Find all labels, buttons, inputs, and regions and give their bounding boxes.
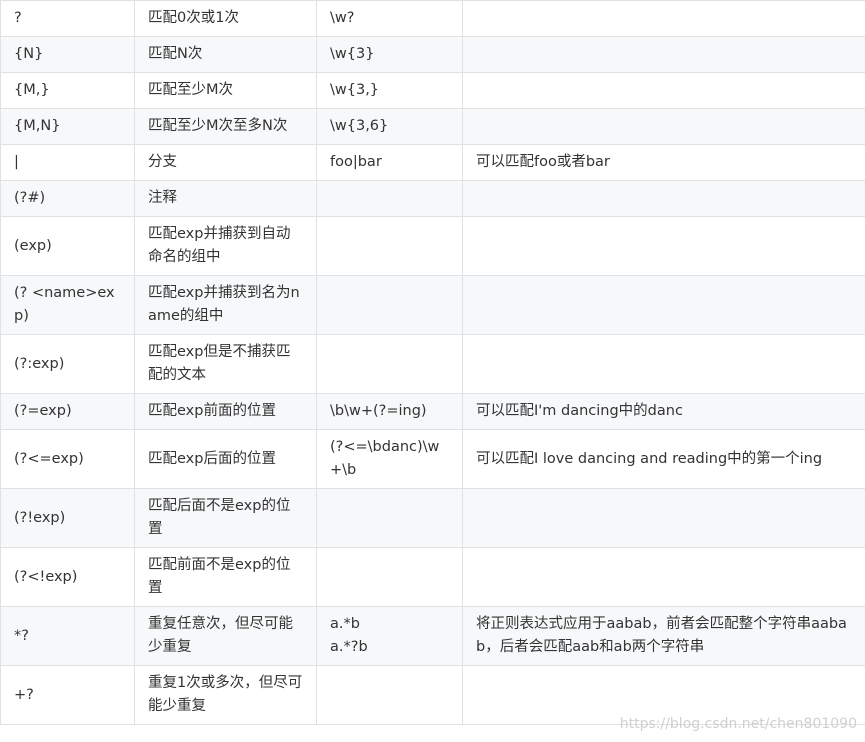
note-cell [462, 180, 865, 217]
example-cell [316, 180, 463, 217]
syntax-cell: (exp) [0, 216, 135, 276]
syntax-cell: {M,N} [0, 108, 135, 145]
syntax-cell: *? [0, 606, 135, 666]
example-cell [316, 216, 463, 276]
note-cell [462, 275, 865, 335]
table-row: | 分支 foo|bar 可以匹配foo或者bar [0, 144, 865, 181]
note-cell: 可以匹配I'm dancing中的danc [462, 393, 865, 430]
note-cell [462, 216, 865, 276]
note-cell: 可以匹配foo或者bar [462, 144, 865, 181]
table-row: {M,} 匹配至少M次 \w{3,} [0, 72, 865, 109]
example-cell [316, 665, 463, 725]
table-row: (?<=exp) 匹配exp后面的位置 (?<=\bdanc)\w+\b 可以匹配I … [0, 429, 865, 489]
example-cell: \w{3} [316, 36, 463, 73]
description-cell: 重复1次或多次，但尽可能少重复 [134, 665, 317, 725]
regex-syntax-table: ? 匹配0次或1次 \w? {N} 匹配N次 \w{3} {M,} 匹配至少M次 \w{3,}{… [0, 0, 865, 725]
table-row: (?#) 注释 [0, 180, 865, 217]
example-cell: foo|bar [316, 144, 463, 181]
table-row: (?:exp) 匹配exp但是不捕获匹配的文本 [0, 334, 865, 394]
table-row: (?=exp) 匹配exp前面的位置 \b\w+(?=ing) 可以匹配I'm dan… [0, 393, 865, 430]
description-cell: 匹配exp前面的位置 [134, 393, 317, 430]
description-cell: 匹配前面不是exp的位置 [134, 547, 317, 607]
note-cell [462, 0, 865, 37]
example-cell: a.*b a.*?b [316, 606, 463, 666]
description-cell: 匹配exp但是不捕获匹配的文本 [134, 334, 317, 394]
description-cell: 匹配N次 [134, 36, 317, 73]
example-cell: \w? [316, 0, 463, 37]
table-row: ? 匹配0次或1次 \w? [0, 0, 865, 37]
note-cell: 可以匹配I love dancing and reading中的第一个ing [462, 429, 865, 489]
description-cell: 分支 [134, 144, 317, 181]
description-cell: 匹配exp后面的位置 [134, 429, 317, 489]
syntax-cell: (? <name>exp) [0, 275, 135, 335]
syntax-cell: (?#) [0, 180, 135, 217]
syntax-cell: (?!exp) [0, 488, 135, 548]
syntax-cell: {M,} [0, 72, 135, 109]
syntax-cell: (?=exp) [0, 393, 135, 430]
description-cell: 匹配exp并捕获到名为name的组中 [134, 275, 317, 335]
description-cell: 匹配0次或1次 [134, 0, 317, 37]
syntax-cell: (?<=exp) [0, 429, 135, 489]
description-cell: 匹配exp并捕获到自动命名的组中 [134, 216, 317, 276]
example-cell: \w{3,6} [316, 108, 463, 145]
example-cell [316, 334, 463, 394]
description-cell: 匹配至少M次至多N次 [134, 108, 317, 145]
syntax-cell: (?<!exp) [0, 547, 135, 607]
example-cell: (?<=\bdanc)\w+\b [316, 429, 463, 489]
table-row: (? <name>exp) 匹配exp并捕获到名为name的组中 [0, 275, 865, 335]
example-cell [316, 488, 463, 548]
example-cell [316, 547, 463, 607]
description-cell: 重复任意次，但尽可能少重复 [134, 606, 317, 666]
example-cell: \b\w+(?=ing) [316, 393, 463, 430]
note-cell [462, 36, 865, 73]
note-cell [462, 108, 865, 145]
note-cell [462, 665, 865, 725]
example-cell: \w{3,} [316, 72, 463, 109]
description-cell: 匹配后面不是exp的位置 [134, 488, 317, 548]
syntax-cell: | [0, 144, 135, 181]
description-cell: 注释 [134, 180, 317, 217]
note-cell: 将正则表达式应用于aabab，前者会匹配整个字符串aabab，后者会匹配aab和… [462, 606, 865, 666]
table-row: +? 重复1次或多次，但尽可能少重复 [0, 665, 865, 725]
syntax-cell: {N} [0, 36, 135, 73]
table-row: *? 重复任意次，但尽可能少重复 a.*b a.*?b 将正则表达式应用于aabab，… [0, 606, 865, 666]
table-row: (?<!exp) 匹配前面不是exp的位置 [0, 547, 865, 607]
table-row: {M,N} 匹配至少M次至多N次 \w{3,6} [0, 108, 865, 145]
table-row: (?!exp) 匹配后面不是exp的位置 [0, 488, 865, 548]
table-row: (exp) 匹配exp并捕获到自动命名的组中 [0, 216, 865, 276]
note-cell [462, 334, 865, 394]
syntax-cell: (?:exp) [0, 334, 135, 394]
note-cell [462, 547, 865, 607]
syntax-cell: +? [0, 665, 135, 725]
table-body: ? 匹配0次或1次 \w? {N} 匹配N次 \w{3} {M,} 匹配至少M次 \w{3,}{… [0, 0, 865, 725]
description-cell: 匹配至少M次 [134, 72, 317, 109]
note-cell [462, 488, 865, 548]
example-cell [316, 275, 463, 335]
table-row: {N} 匹配N次 \w{3} [0, 36, 865, 73]
note-cell [462, 72, 865, 109]
syntax-cell: ? [0, 0, 135, 37]
